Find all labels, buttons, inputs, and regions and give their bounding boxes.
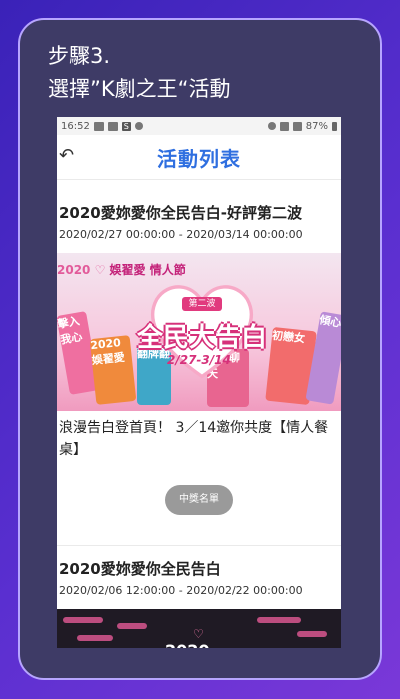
banner-decoration [297,631,327,637]
step-caption: 步驟3. 選擇”K劇之王“活動 [48,40,231,106]
event-banner[interactable]: 2020 ♡ 娛翟愛 情人節 擊入我心 2020 娛翟愛 翻牌翻 情人聊天 初戀… [57,253,341,411]
event-item-1[interactable]: 2020愛妳愛你全民告白-好評第二波 2020/02/27 00:00:00 -… [57,202,341,515]
divider [57,545,341,546]
banner-main-title: 全民大告白 [136,323,267,353]
banner-year: 2020 [57,263,91,277]
banner-decoration [257,617,301,623]
signal-icon [279,121,289,131]
event-dates: 2020/02/06 12:00:00 - 2020/02/22 00:00:0… [59,584,303,597]
status-bar: 16:52 S 87% [57,117,341,135]
clock: 16:52 [61,120,90,132]
battery-level: 87% [305,120,328,132]
app-bar: ↶ 活動列表 [57,135,341,180]
banner-decoration [117,623,147,629]
phone-screenshot: 16:52 S 87% ↶ 活動列表 2020愛妳愛你全民告白-好評第二波 20… [57,117,341,648]
s-icon: S [121,121,131,131]
winner-list-button[interactable]: 中獎名單 [165,485,233,515]
event-title[interactable]: 2020愛妳愛你全民告白 [59,558,341,579]
heart-hand-icon: ♡ [193,627,204,641]
banner-dates: 2/27-3/14 [167,353,231,367]
event-banner[interactable]: ♡ 2020 [57,609,341,648]
banner-year: 2020 [165,641,210,648]
step-number: 步驟3. [48,44,111,68]
event-item-2[interactable]: 2020愛妳愛你全民告白 2020/02/06 12:00:00 - 2020/… [57,558,341,648]
chat-icon [134,122,143,130]
app-icon [107,121,118,131]
wifi-icon [292,121,302,131]
page-title: 活動列表 [157,146,241,171]
banner-wave-badge: 第二波 [182,297,222,311]
step-instruction: 選擇”K劇之王“活動 [48,77,231,101]
back-arrow-icon[interactable]: ↶ [59,145,74,166]
heart-hand-icon: ♡ [94,263,106,277]
event-description: 浪漫告白登首頁！ 3／14邀你共度【情人餐桌】 [59,420,329,458]
alarm-icon [267,122,276,130]
battery-icon [332,121,337,131]
banner-decoration [77,635,113,641]
banner-header-label: 娛翟愛 情人節 [109,263,186,277]
banner-decoration [63,617,103,623]
event-dates: 2020/02/27 00:00:00 - 2020/03/14 00:00:0… [59,228,303,241]
event-title[interactable]: 2020愛妳愛你全民告白-好評第二波 [59,202,341,223]
image-icon [93,121,104,131]
banner-header: 2020 ♡ 娛翟愛 情人節 [57,261,186,278]
